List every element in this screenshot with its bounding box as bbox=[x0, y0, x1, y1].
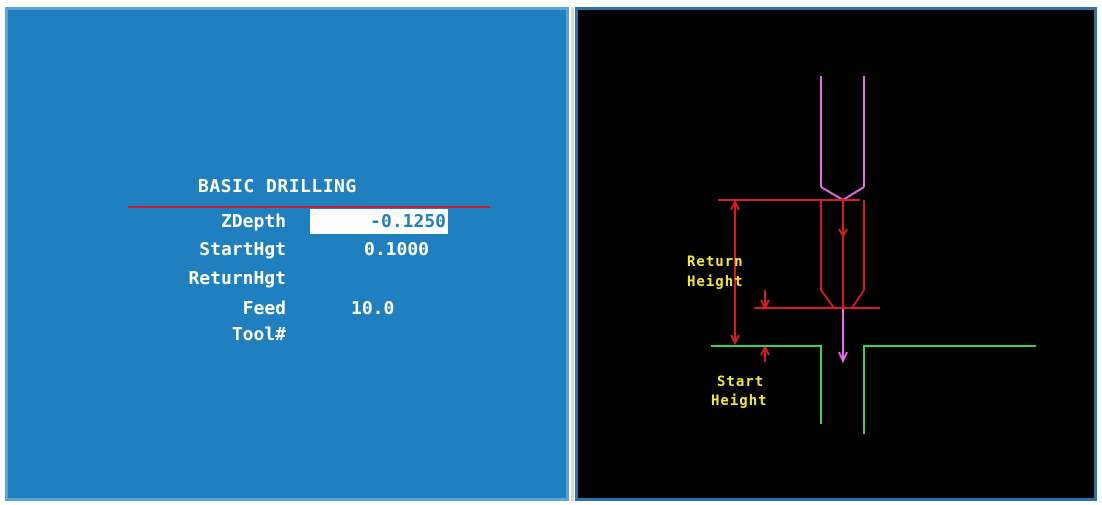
start-label-line-2: Height bbox=[711, 393, 768, 409]
tool-number-label: Tool# bbox=[231, 324, 286, 345]
drill-tip bbox=[820, 186, 865, 202]
starthgt-value[interactable]: 0.1000 bbox=[364, 239, 429, 260]
feed-value[interactable]: 10.0 bbox=[351, 298, 394, 319]
zdepth-input[interactable]: -0.1250 bbox=[310, 209, 448, 234]
panel-divider bbox=[571, 7, 574, 501]
return-label-line-2: Height bbox=[687, 274, 744, 290]
part-surface-right bbox=[863, 345, 1036, 434]
title-divider bbox=[128, 206, 490, 208]
drilling-parameters-panel: BASIC DRILLING ZDepth -0.1250 StartHgt 0… bbox=[5, 7, 569, 501]
drilling-diagram: Return Height Start Height bbox=[687, 76, 1036, 434]
form-title: BASIC DRILLING bbox=[198, 176, 357, 197]
drilling-diagram-panel: Return Height Start Height bbox=[575, 7, 1097, 501]
starthgt-label: StartHgt bbox=[199, 239, 286, 260]
returnhgt-label: ReturnHgt bbox=[188, 268, 286, 289]
return-label-line-1: Return bbox=[687, 254, 744, 270]
feed-label: Feed bbox=[242, 298, 286, 319]
start-label-line-1: Start bbox=[717, 374, 764, 390]
part-surface bbox=[711, 345, 1036, 434]
zdepth-label: ZDepth bbox=[220, 211, 286, 232]
